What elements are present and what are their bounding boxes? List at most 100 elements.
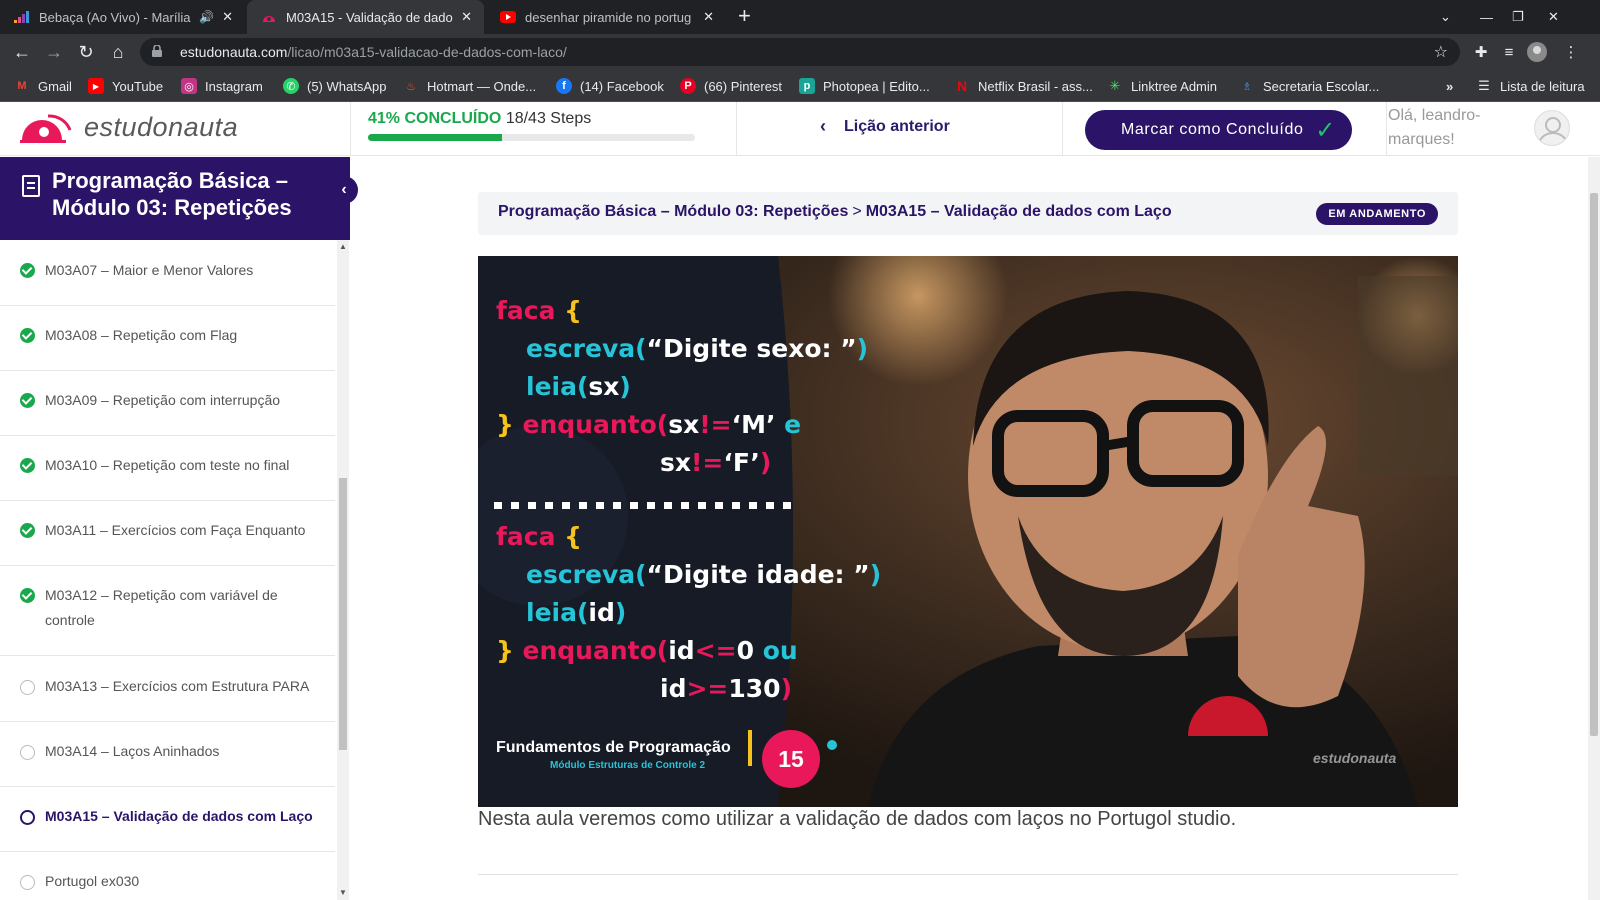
bookmark-youtube[interactable]: ▶ YouTube — [88, 70, 163, 102]
site-logo[interactable]: estudonauta — [18, 110, 238, 144]
menu-kebab-icon[interactable]: ⋮ — [1558, 34, 1584, 70]
browser-tab-active[interactable]: M03A15 - Validação de dados ✕ — [247, 0, 484, 34]
episode-number-badge: 15 — [762, 730, 820, 788]
breadcrumb-bar: Programação Básica – Módulo 03: Repetiçõ… — [478, 192, 1458, 235]
bookmark-instagram[interactable]: ◎ Instagram — [181, 70, 263, 102]
collapse-sidebar-button[interactable]: ‹ — [330, 176, 358, 204]
lesson-item-current[interactable]: M03A15 – Validação de dados com Laço — [0, 787, 335, 852]
lesson-item[interactable]: M03A11 – Exercícios com Faça Enquanto — [0, 501, 335, 566]
estudonauta-logo-icon — [20, 114, 72, 143]
lesson-item[interactable]: M03A12 – Repetição com variável de contr… — [0, 566, 335, 656]
lesson-label: M03A08 – Repetição com Flag — [45, 327, 238, 343]
checkmark-icon: ✓ — [1315, 117, 1336, 144]
code-function: leia( — [526, 598, 589, 627]
back-icon[interactable]: ← — [8, 34, 36, 70]
sidebar-scrollbar[interactable]: ▲ ▼ — [337, 240, 349, 900]
reading-list-button[interactable]: ☰ Lista de leitura — [1476, 70, 1584, 102]
youtube-icon: ▶ — [88, 78, 104, 94]
bookmark-netflix[interactable]: N Netflix Brasil - ass... — [954, 70, 1093, 102]
extensions-icon[interactable]: ✚ — [1468, 34, 1494, 70]
code-paren: ) — [619, 372, 631, 401]
bookmark-whatsapp[interactable]: ✆ (5) WhatsApp — [283, 70, 386, 102]
restore-icon[interactable]: ❐ — [1512, 0, 1524, 34]
close-tab-icon[interactable]: ✕ — [461, 9, 472, 25]
bookmark-secretaria[interactable]: ♗ Secretaria Escolar... — [1239, 70, 1379, 102]
lesson-item[interactable]: M03A13 – Exercícios com Estrutura PARA — [0, 656, 335, 722]
mark-complete-label: Marcar como Concluído — [1121, 121, 1304, 138]
code-logical: ou — [762, 636, 798, 665]
code-paren: ) — [780, 674, 792, 703]
code-operator: != — [699, 410, 732, 439]
lesson-item[interactable]: M03A09 – Repetição com interrupção — [0, 371, 335, 436]
netflix-icon: N — [956, 78, 968, 94]
lesson-item[interactable]: M03A07 – Maior e Menor Valores — [0, 240, 335, 306]
lesson-video[interactable]: faca { escreva(“Digite sexo: ”) leia(sx)… — [478, 256, 1458, 807]
bookmark-star-icon[interactable]: ☆ — [1434, 42, 1448, 62]
incomplete-circle-icon — [20, 745, 35, 760]
lesson-label: M03A11 – Exercícios com Faça Enquanto — [45, 522, 306, 538]
breadcrumb-lesson-link[interactable]: M03A15 – Validação de dados com Laço — [866, 203, 1172, 220]
lesson-item[interactable]: M03A08 – Repetição com Flag — [0, 306, 335, 371]
lesson-item[interactable]: Portugol ex030 — [0, 852, 335, 900]
lesson-description: Nesta aula veremos como utilizar a valid… — [478, 808, 1237, 830]
bookmark-photopea[interactable]: p Photopea | Edito... — [799, 70, 930, 102]
video-watermark: estudonauta — [1313, 750, 1397, 766]
user-avatar[interactable] — [1534, 110, 1570, 146]
breadcrumb-course-link[interactable]: Programação Básica – Módulo 03: Repetiçõ… — [498, 203, 848, 220]
code-line: faca { — [496, 296, 582, 325]
bookmark-label: Gmail — [38, 78, 72, 94]
secretaria-icon: ♗ — [1242, 80, 1252, 93]
speaker-icon[interactable]: 🔊 — [199, 10, 214, 24]
page-scrollbar[interactable] — [1588, 157, 1600, 900]
media-control-icon[interactable]: ≡ — [1496, 34, 1522, 70]
bookmark-linktree[interactable]: ✳ Linktree Admin — [1107, 70, 1217, 102]
previous-lesson-link[interactable]: ‹ Lição anterior — [820, 116, 950, 137]
bookmarks-bar: M Gmail ▶ YouTube ◎ Instagram ✆ (5) WhatsApp… — [0, 70, 1600, 102]
reload-icon[interactable]: ↻ — [72, 34, 100, 70]
code-line: escreva(“Digite idade: ”) — [526, 560, 881, 589]
bookmarks-overflow-button[interactable]: » — [1446, 70, 1453, 102]
course-title: Programação Básica – Módulo 03: Repetiçõ… — [52, 168, 292, 220]
lesson-label: Portugol ex030 — [45, 873, 140, 889]
bookmark-hotmart[interactable]: ♨ Hotmart — Onde... — [403, 70, 536, 102]
tab-search-icon[interactable]: ⌄ — [1440, 0, 1451, 34]
browser-tab[interactable]: Bebaça (Ao Vivo) - Marília 🔊 ✕ — [0, 0, 245, 34]
linktree-icon: ✳ — [1109, 78, 1121, 93]
lesson-label: M03A14 – Laços Aninhados — [45, 743, 220, 759]
scroll-down-arrow-icon[interactable]: ▼ — [339, 888, 347, 897]
home-icon[interactable]: ⌂ — [104, 34, 132, 70]
code-function: leia( — [526, 372, 589, 401]
mark-complete-button[interactable]: Marcar como Concluído ✓ — [1085, 110, 1352, 150]
tab-title: M03A15 - Validação de dados — [286, 9, 454, 25]
forward-icon[interactable]: → — [40, 34, 68, 70]
code-logical: e — [784, 410, 802, 439]
profile-avatar-icon[interactable] — [1524, 34, 1550, 70]
sidebar-scrollbar-thumb[interactable] — [339, 478, 347, 750]
code-operator: <= — [694, 636, 737, 665]
code-keyword: faca — [496, 296, 556, 325]
bookmark-gmail[interactable]: M Gmail — [14, 70, 72, 102]
code-function: escreva( — [526, 334, 647, 363]
scroll-up-arrow-icon[interactable]: ▲ — [339, 242, 347, 251]
progress-percent: 41% CONCLUÍDO — [368, 110, 502, 127]
close-tab-icon[interactable]: ✕ — [222, 9, 233, 25]
browser-tab[interactable]: desenhar piramide no portug ✕ — [486, 0, 726, 34]
whatsapp-icon: ✆ — [283, 78, 299, 94]
gmail-icon: M — [17, 80, 27, 92]
address-bar[interactable]: estudonauta.com/licao/m03a15-validacao-d… — [140, 38, 1460, 66]
url-domain: estudonauta.com — [180, 44, 288, 60]
minimize-icon[interactable]: — — [1480, 0, 1493, 34]
bookmark-pinterest[interactable]: P (66) Pinterest — [680, 70, 782, 102]
close-window-icon[interactable]: ✕ — [1548, 0, 1559, 34]
bookmark-facebook[interactable]: f (14) Facebook — [556, 70, 664, 102]
lesson-item[interactable]: M03A14 – Laços Aninhados — [0, 722, 335, 787]
new-tab-button[interactable]: + — [738, 5, 751, 27]
code-brace: } — [496, 410, 514, 439]
tab-title: Bebaça (Ao Vivo) - Marília — [39, 9, 191, 25]
page-scrollbar-thumb[interactable] — [1590, 193, 1598, 736]
close-tab-icon[interactable]: ✕ — [703, 9, 714, 25]
code-keyword: enquanto( — [522, 410, 669, 439]
lesson-label: M03A09 – Repetição com interrupção — [45, 392, 281, 408]
lesson-item[interactable]: M03A10 – Repetição com teste no final — [0, 436, 335, 501]
code-value: 130 — [728, 674, 781, 703]
